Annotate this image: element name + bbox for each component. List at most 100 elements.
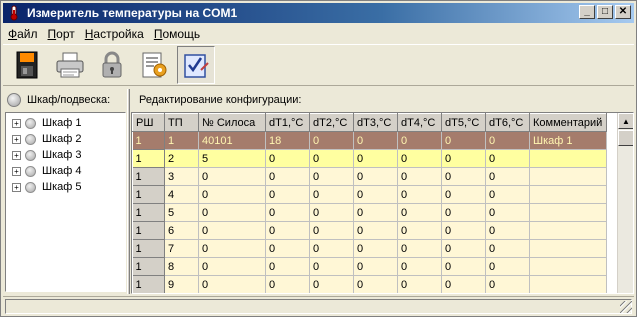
table-cell[interactable]: 0 [353, 221, 398, 240]
table-cell[interactable]: 0 [309, 131, 354, 150]
table-row[interactable]: 140000000 [132, 185, 607, 204]
table-cell[interactable]: 3 [164, 167, 199, 186]
table-cell[interactable]: 1 [132, 149, 165, 168]
table-cell[interactable]: 0 [198, 203, 266, 222]
table-cell[interactable]: 0 [309, 203, 354, 222]
table-cell[interactable]: 0 [485, 221, 530, 240]
table-cell[interactable]: 0 [441, 149, 486, 168]
table-cell[interactable]: 0 [441, 131, 486, 150]
table-cell[interactable]: 18 [265, 131, 310, 150]
table-row[interactable]: 180000000 [132, 257, 607, 276]
table-cell[interactable]: 0 [353, 257, 398, 276]
table-cell[interactable] [529, 167, 607, 186]
table-cell[interactable]: 0 [198, 257, 266, 276]
table-cell[interactable] [529, 185, 607, 204]
table-row[interactable]: 150000000 [132, 203, 607, 222]
table-cell[interactable]: 40101 [198, 131, 266, 150]
table-cell[interactable]: 0 [265, 239, 310, 258]
column-header[interactable]: dT2,°C [309, 113, 354, 132]
table-cell[interactable]: 0 [309, 221, 354, 240]
table-cell[interactable]: 0 [309, 257, 354, 276]
table-cell[interactable]: 1 [132, 185, 165, 204]
table-cell[interactable]: 1 [132, 203, 165, 222]
table-cell[interactable]: 1 [132, 131, 165, 150]
table-cell[interactable]: 1 [164, 131, 199, 150]
table-cell[interactable]: 0 [397, 257, 442, 276]
menu-file[interactable]: Файл [3, 27, 43, 41]
table-cell[interactable]: 0 [353, 275, 398, 293]
table-row[interactable]: 160000000 [132, 221, 607, 240]
table-cell[interactable]: 7 [164, 239, 199, 258]
tree-item-cabinet-5[interactable]: + Шкаф 5 [6, 179, 125, 195]
table-cell[interactable]: 0 [441, 275, 486, 293]
table-cell[interactable]: 0 [353, 185, 398, 204]
menu-settings[interactable]: Настройка [80, 27, 149, 41]
expand-icon[interactable]: + [12, 182, 21, 192]
table-cell[interactable] [529, 203, 607, 222]
vertical-scrollbar[interactable]: ▲ [617, 113, 633, 293]
table-cell[interactable]: 0 [198, 185, 266, 204]
table-cell[interactable]: 4 [164, 185, 199, 204]
table-cell[interactable]: 0 [441, 203, 486, 222]
scroll-thumb[interactable] [618, 130, 633, 146]
table-cell[interactable]: 1 [132, 257, 165, 276]
table-cell[interactable]: 0 [265, 221, 310, 240]
tree-item-cabinet-1[interactable]: + Шкаф 1 [6, 115, 125, 131]
table-row[interactable]: 130000000 [132, 167, 607, 186]
table-cell[interactable]: 0 [265, 185, 310, 204]
print-button[interactable] [51, 46, 89, 84]
table-cell[interactable]: 9 [164, 275, 199, 293]
cabinet-tree[interactable]: + Шкаф 1 + Шкаф 2 + Шкаф 3 + Шкаф 4 + Шк… [5, 112, 126, 292]
table-cell[interactable]: 8 [164, 257, 199, 276]
table-cell[interactable]: 0 [353, 203, 398, 222]
table-row[interactable]: 125000000 [132, 149, 607, 168]
table-cell[interactable]: 0 [441, 185, 486, 204]
table-cell[interactable]: 0 [265, 149, 310, 168]
column-header[interactable]: dT3,°C [353, 113, 398, 132]
table-cell[interactable]: 0 [485, 149, 530, 168]
table-cell[interactable]: 0 [485, 203, 530, 222]
table-cell[interactable]: 0 [397, 275, 442, 293]
table-cell[interactable]: 0 [198, 221, 266, 240]
expand-icon[interactable]: + [12, 134, 21, 144]
title-bar[interactable]: Измеритель температуры на COM1 _ □ ✕ [3, 3, 634, 23]
table-cell[interactable]: 0 [198, 167, 266, 186]
table-cell[interactable]: 0 [198, 239, 266, 258]
table-cell[interactable]: 1 [132, 221, 165, 240]
table-cell[interactable]: 0 [485, 239, 530, 258]
menu-port[interactable]: Порт [43, 27, 80, 41]
table-cell[interactable]: 0 [309, 185, 354, 204]
expand-icon[interactable]: + [12, 166, 21, 176]
tree-item-cabinet-4[interactable]: + Шкаф 4 [6, 163, 125, 179]
table-row[interactable]: 1 1 40101 18 0 0 0 0 0 Шкаф 1 [132, 131, 607, 150]
table-cell[interactable]: 0 [485, 257, 530, 276]
table-cell[interactable]: 2 [164, 149, 199, 168]
table-cell[interactable]: 0 [309, 149, 354, 168]
table-cell[interactable]: 0 [309, 275, 354, 293]
table-cell[interactable]: 0 [441, 167, 486, 186]
column-header[interactable]: № Силоса [198, 113, 266, 132]
table-cell[interactable]: 0 [309, 167, 354, 186]
column-header[interactable]: Комментарий [529, 113, 607, 132]
tree-item-cabinet-3[interactable]: + Шкаф 3 [6, 147, 125, 163]
panel-splitter[interactable] [127, 89, 130, 294]
table-cell[interactable]: 0 [353, 167, 398, 186]
table-cell[interactable]: 0 [198, 275, 266, 293]
table-cell[interactable]: 6 [164, 221, 199, 240]
table-row[interactable]: 170000000 [132, 239, 607, 258]
minimize-button[interactable]: _ [579, 5, 595, 19]
table-cell[interactable]: 0 [441, 239, 486, 258]
maximize-button[interactable]: □ [597, 5, 613, 19]
resize-grip-icon[interactable] [620, 301, 632, 313]
table-cell[interactable]: 0 [353, 149, 398, 168]
save-button[interactable] [9, 46, 47, 84]
table-cell[interactable]: 0 [397, 221, 442, 240]
edit-config-button[interactable] [177, 46, 215, 84]
table-cell[interactable]: 0 [397, 239, 442, 258]
table-cell[interactable] [529, 239, 607, 258]
table-cell[interactable]: 0 [397, 167, 442, 186]
menu-help[interactable]: Помощь [149, 27, 205, 41]
table-cell[interactable]: 0 [265, 203, 310, 222]
table-cell[interactable]: 1 [132, 275, 165, 293]
table-row[interactable]: 190000000 [132, 275, 607, 293]
